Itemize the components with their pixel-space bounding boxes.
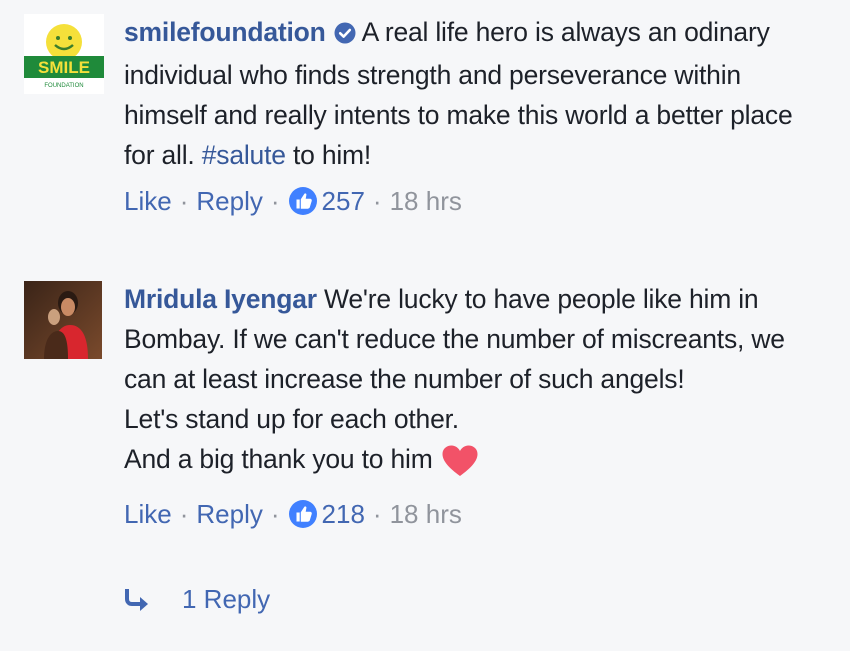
heart-emoji-icon: [441, 444, 479, 489]
reaction-count-button[interactable]: 257: [288, 181, 365, 221]
comment-line: And a big thank you to him: [124, 439, 814, 489]
reaction-count: 257: [321, 186, 365, 216]
svg-text:SMILE: SMILE: [38, 58, 90, 77]
reply-button[interactable]: Reply: [196, 494, 262, 534]
avatar[interactable]: [24, 281, 102, 359]
comment-text: Mridula Iyengar We're lucky to have peop…: [124, 279, 814, 489]
comment-text: smilefoundation A real life hero is alway…: [124, 12, 814, 175]
separator: ·: [270, 499, 280, 529]
comment-line: Let's stand up for each other.: [124, 404, 459, 434]
reply-arrow-icon: [125, 588, 148, 611]
like-button[interactable]: Like: [124, 181, 172, 221]
comment-actions: Like · Reply · 257 · 18 hrs: [124, 181, 814, 221]
comment-actions: Like · Reply · 218 · 18 hrs: [124, 494, 814, 534]
replies-count-label: 1 Reply: [182, 584, 271, 614]
avatar[interactable]: SMILE FOUNDATION: [24, 14, 104, 94]
smile-foundation-logo-icon: SMILE FOUNDATION: [24, 14, 104, 94]
svg-text:FOUNDATION: FOUNDATION: [44, 83, 83, 89]
hashtag-link[interactable]: #salute: [202, 140, 286, 170]
separator: ·: [372, 499, 382, 529]
comment-author[interactable]: Mridula Iyengar: [124, 284, 317, 314]
like-thumb-icon: [288, 500, 317, 528]
separator: ·: [270, 186, 280, 216]
comment-line-text: And a big thank you to him: [124, 444, 433, 474]
view-replies-link[interactable]: 1 Reply: [124, 584, 270, 615]
like-thumb-icon: [288, 187, 317, 215]
profile-photo-icon: [24, 281, 102, 359]
verified-badge-icon: [334, 15, 356, 55]
separator: ·: [179, 499, 189, 529]
comment-body-end: to him!: [285, 140, 372, 170]
separator: ·: [179, 186, 189, 216]
reply-button[interactable]: Reply: [196, 181, 262, 221]
like-button[interactable]: Like: [124, 494, 172, 534]
comment-author[interactable]: smilefoundation: [124, 17, 326, 47]
timestamp[interactable]: 18 hrs: [390, 494, 462, 534]
timestamp[interactable]: 18 hrs: [390, 181, 462, 221]
reaction-count: 218: [321, 499, 365, 529]
separator: ·: [372, 186, 382, 216]
reaction-count-button[interactable]: 218: [288, 494, 365, 534]
